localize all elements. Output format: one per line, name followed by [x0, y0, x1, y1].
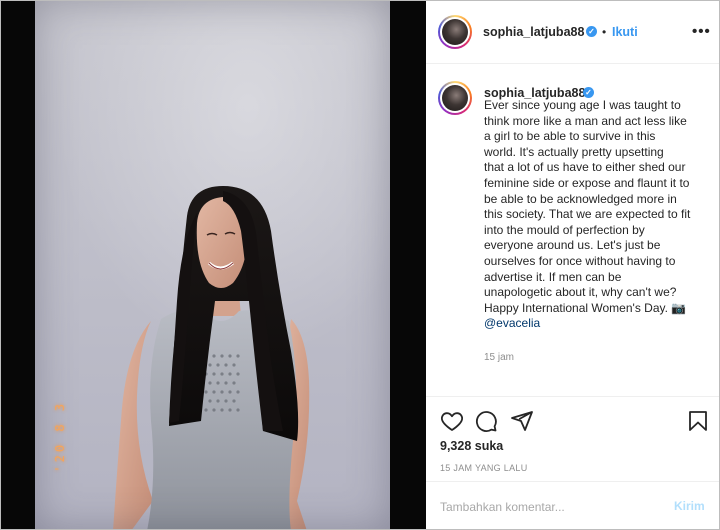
avatar[interactable]	[438, 15, 472, 49]
caption-area: sophia_latjuba88 ✓ Ever since young age …	[426, 64, 719, 396]
mention-link[interactable]: @evacelia	[484, 316, 540, 330]
photo-date-stamp: '20 8 3	[53, 401, 67, 473]
more-options-icon[interactable]: •••	[692, 23, 711, 40]
share-icon[interactable]	[510, 409, 534, 433]
likes-count[interactable]: 9,328 suka	[440, 439, 503, 453]
comment-icon[interactable]	[474, 409, 498, 433]
post-header: sophia_latjuba88 ✓ • Ikuti •••	[426, 1, 719, 64]
header-username[interactable]: sophia_latjuba88	[483, 25, 584, 39]
follow-button[interactable]: Ikuti	[612, 25, 638, 39]
instagram-post-window: '20 8 3 sophia_latjuba88 ✓ • Ikuti ••• s…	[0, 0, 720, 530]
verified-badge-icon: ✓	[586, 26, 597, 37]
caption-timestamp: 15 jam	[484, 352, 515, 363]
heart-icon[interactable]	[440, 409, 464, 433]
caption-text: Ever since young age I was taught to thi…	[484, 98, 691, 331]
verified-badge-icon: ✓	[583, 87, 594, 98]
photo-vignette	[35, 1, 390, 529]
comment-bar: Kirim	[426, 481, 719, 529]
caption-avatar[interactable]	[438, 81, 472, 115]
post-side-panel: sophia_latjuba88 ✓ • Ikuti ••• sophia_la…	[426, 1, 719, 529]
comment-input[interactable]	[438, 494, 662, 520]
send-comment-button[interactable]: Kirim	[674, 499, 705, 513]
header-separator: •	[602, 25, 607, 39]
bookmark-icon[interactable]	[686, 409, 710, 433]
post-photo[interactable]: '20 8 3	[1, 1, 426, 529]
post-timestamp: 15 JAM YANG LALU	[440, 463, 528, 473]
